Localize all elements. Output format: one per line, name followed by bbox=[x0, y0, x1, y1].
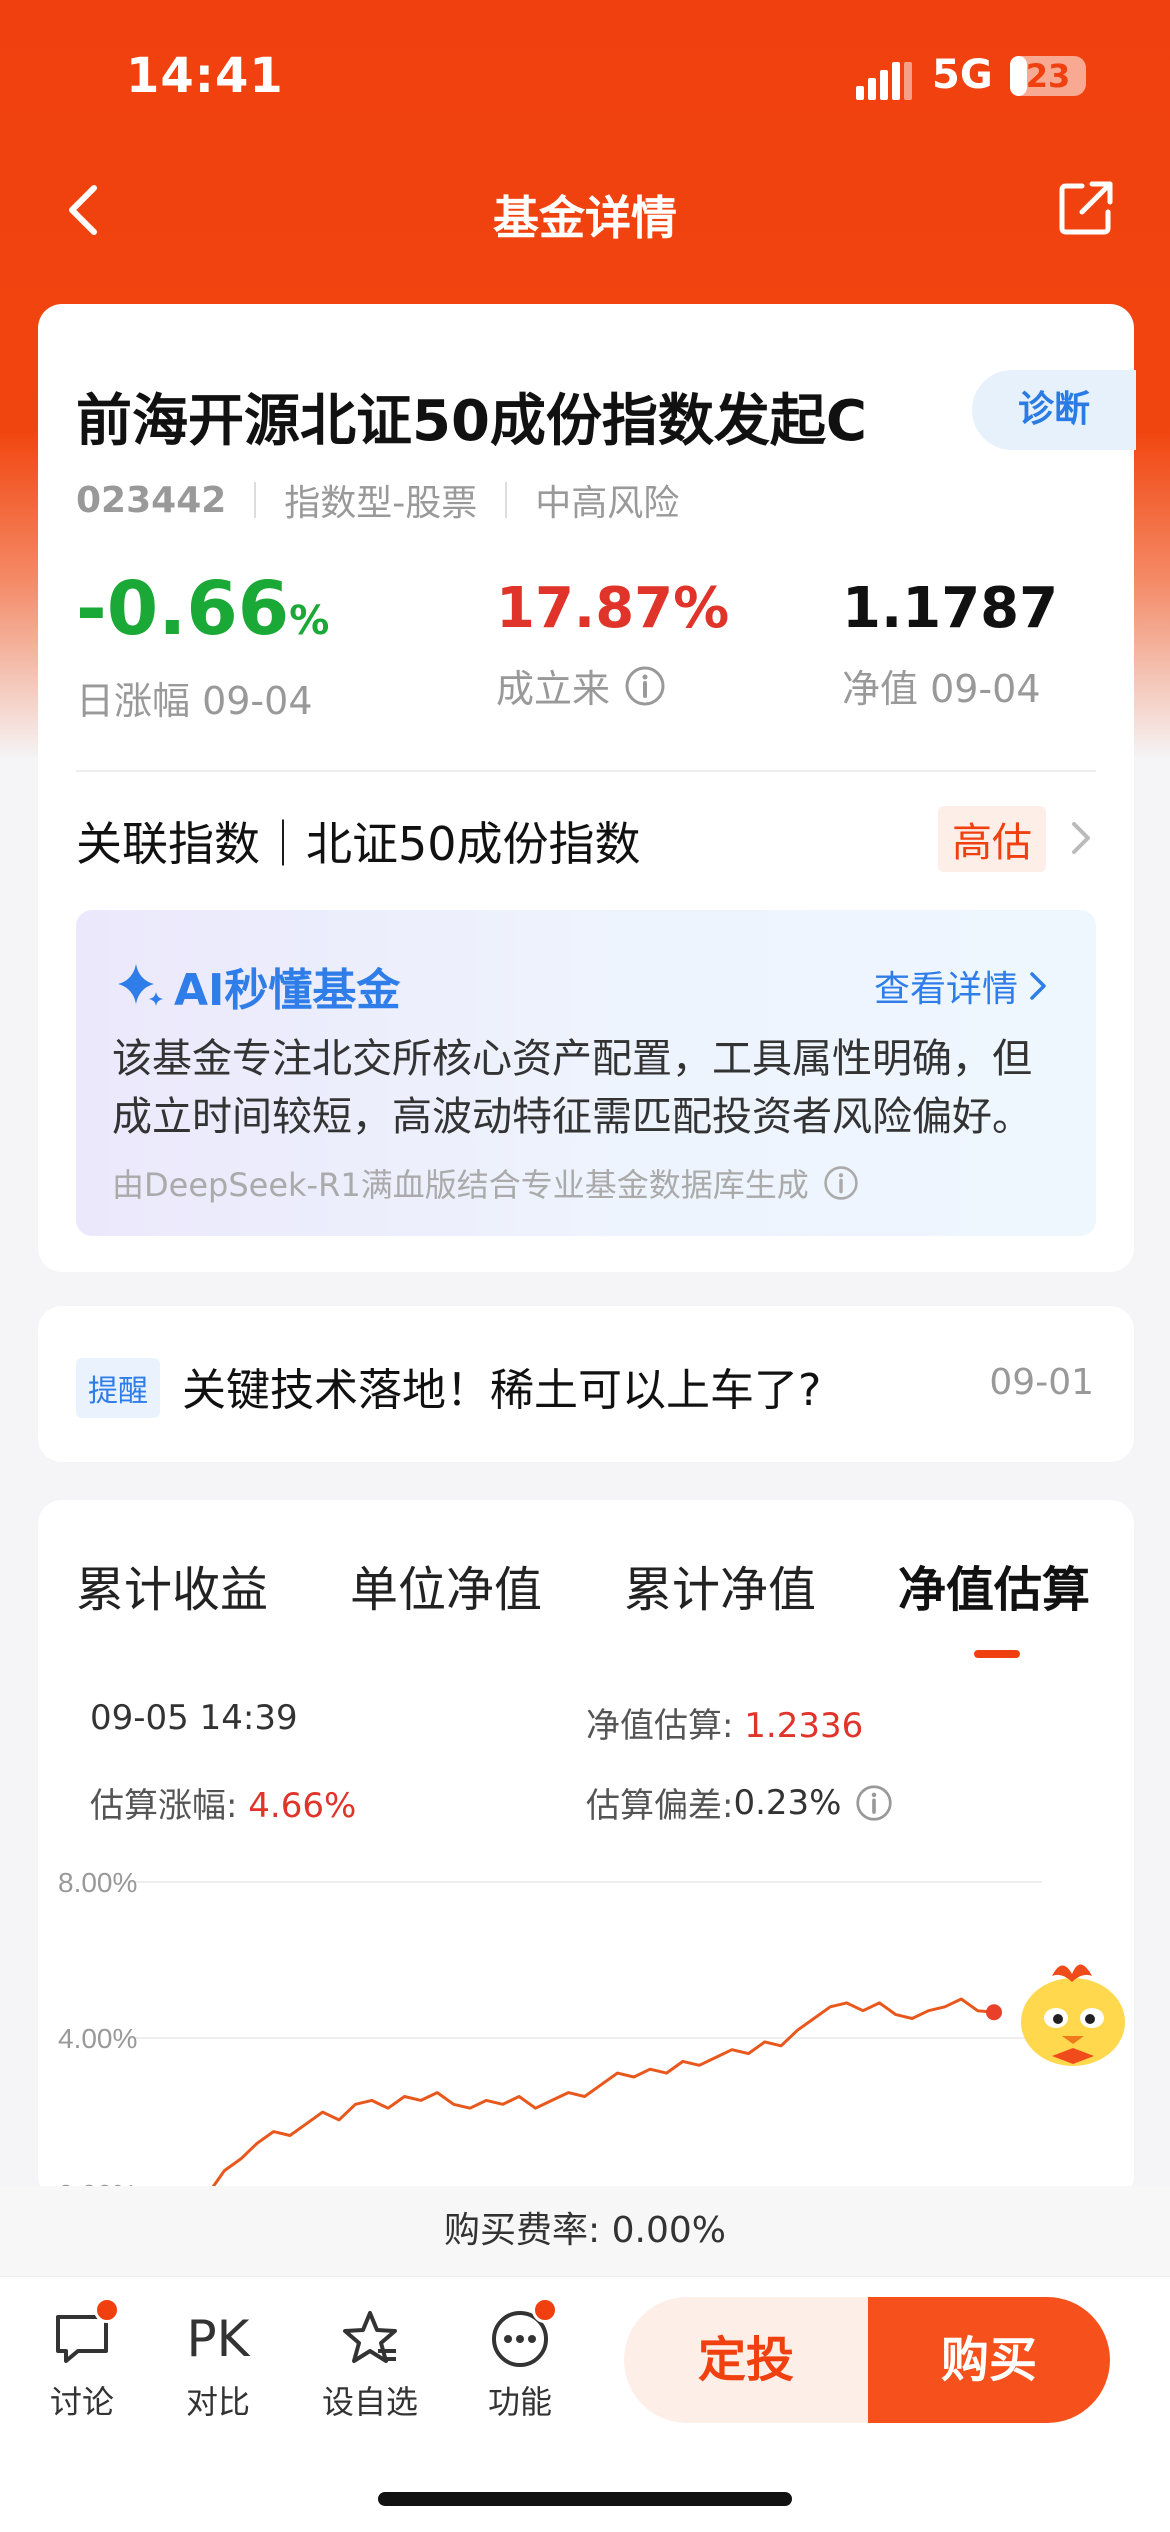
fund-name: 前海开源北证50成份指数发起C bbox=[76, 389, 868, 454]
since-inception-label-row: 成立来 bbox=[496, 658, 729, 713]
nav-stat: 1.1787 净值 09-04 bbox=[842, 564, 1058, 713]
sparkle-icon bbox=[118, 964, 163, 1006]
estimate-deviation-label: 估算偏差: bbox=[586, 1786, 734, 1826]
daily-change-unit: % bbox=[289, 598, 330, 644]
estimate-deviation-value: 0.23% bbox=[733, 1782, 842, 1823]
chart-tabs: 累计收益 单位净值 累计净值 净值估算 bbox=[38, 1550, 1134, 1658]
related-index-row[interactable]: 关联指数｜北证50成份指数 高估 bbox=[76, 798, 1096, 878]
y-tick-label: 8.00% bbox=[58, 1867, 137, 1898]
notification-dot bbox=[94, 2297, 120, 2323]
tool-compare-label: 对比 bbox=[185, 2383, 250, 2421]
tool-add-watchlist-label: 设自选 bbox=[321, 2383, 418, 2421]
tab-unit-nav[interactable]: 单位净值 bbox=[350, 1550, 542, 1620]
info-icon[interactable] bbox=[823, 1165, 859, 1201]
estimate-time: 09-05 14:39 bbox=[90, 1698, 298, 1738]
valuation-badge: 高估 bbox=[938, 806, 1046, 872]
page-title: 基金详情 bbox=[493, 191, 677, 245]
network-type: 5G bbox=[932, 52, 993, 98]
tool-discuss-label: 讨论 bbox=[49, 2383, 114, 2421]
tool-functions[interactable]: 功能 bbox=[460, 2297, 580, 2423]
estimate-change-row: 估算涨幅: 4.66% bbox=[90, 1778, 356, 1827]
estimate-change-label: 估算涨幅: bbox=[90, 1786, 238, 1826]
since-inception-value: 17.87% bbox=[496, 576, 730, 641]
diagnose-button[interactable]: 诊断 bbox=[972, 370, 1136, 450]
comment-icon bbox=[50, 2297, 120, 2371]
signal-icon bbox=[856, 62, 912, 100]
chevron-right-icon bbox=[1030, 972, 1046, 1000]
chevron-right-icon bbox=[1072, 822, 1090, 854]
fund-code: 023442 bbox=[76, 479, 227, 521]
pk-icon: PK bbox=[186, 2310, 250, 2368]
fund-meta: 023442 指数型-股票 中高风险 bbox=[76, 474, 679, 526]
nav-bar: 基金详情 bbox=[0, 160, 1170, 260]
status-time: 14:41 bbox=[126, 48, 284, 104]
ai-title: AI秒懂基金 bbox=[174, 965, 401, 1016]
tool-discuss[interactable]: 讨论 bbox=[22, 2297, 142, 2423]
star-icon bbox=[338, 2307, 402, 2371]
active-tab-indicator bbox=[974, 1650, 1020, 1658]
news-card[interactable]: 提醒 关键技术落地！稀土可以上车了? 09-01 bbox=[38, 1306, 1134, 1462]
news-date: 09-01 bbox=[989, 1362, 1094, 1403]
bottom-toolbar: 讨论 PK 对比 设自选 功能 定投 购买 bbox=[0, 2276, 1170, 2426]
ai-detail-link[interactable]: 查看详情 bbox=[874, 960, 1048, 1012]
meta-divider bbox=[254, 482, 257, 518]
nav-estimate-row: 净值估算: 1.2336 bbox=[586, 1698, 863, 1747]
since-inception-stat: 17.87% 成立来 bbox=[496, 564, 729, 713]
nav-estimate-chart: 8.00%4.00%0.00% bbox=[58, 1867, 1042, 2210]
news-tag: 提醒 bbox=[76, 1358, 160, 1418]
tab-nav-estimate[interactable]: 净值估算 bbox=[898, 1550, 1090, 1620]
battery-percent: 23 bbox=[1025, 57, 1071, 95]
tab-cumulative-nav[interactable]: 累计净值 bbox=[624, 1550, 816, 1620]
notification-dot bbox=[532, 2297, 558, 2323]
status-bar: 14:41 5G 23 bbox=[0, 0, 1170, 150]
divider bbox=[76, 770, 1096, 772]
auto-invest-button[interactable]: 定投 bbox=[624, 2297, 868, 2423]
bottom-action-area: 购买费率: 0.00% 讨论 PK 对比 设自选 功能 定投 购买 bbox=[0, 2186, 1170, 2532]
nav-estimate-label: 净值估算: bbox=[586, 1706, 734, 1746]
tab-cumulative-return[interactable]: 累计收益 bbox=[76, 1550, 268, 1620]
info-icon[interactable] bbox=[624, 665, 666, 707]
nav-value: 1.1787 bbox=[842, 576, 1059, 641]
ai-detail-link-label: 查看详情 bbox=[873, 969, 1018, 1010]
fund-risk: 中高风险 bbox=[535, 483, 680, 524]
y-tick-label: 4.00% bbox=[58, 2023, 137, 2054]
since-inception-label: 成立来 bbox=[496, 667, 611, 711]
ai-footer-text: 由DeepSeek-R1满血版结合专业基金数据库生成 bbox=[112, 1166, 809, 1204]
battery-icon: 23 bbox=[1010, 56, 1086, 96]
share-icon[interactable] bbox=[1054, 176, 1118, 240]
ai-footer: 由DeepSeek-R1满血版结合专业基金数据库生成 bbox=[112, 1160, 859, 1206]
daily-change-stat: -0.66% 日涨幅 09-04 bbox=[76, 564, 329, 725]
estimate-change-value: 4.66% bbox=[248, 1786, 357, 1826]
related-index-text: 关联指数｜北证50成份指数 bbox=[76, 817, 641, 871]
daily-change-label: 日涨幅 09-04 bbox=[76, 679, 313, 723]
estimate-deviation-row: 估算偏差: 0.23% bbox=[586, 1778, 893, 1827]
daily-change-number: -0.66 bbox=[76, 566, 290, 652]
buy-button[interactable]: 购买 bbox=[868, 2297, 1110, 2423]
nav-label: 净值 09-04 bbox=[842, 667, 1041, 711]
latest-point bbox=[986, 2004, 1002, 2021]
series-line bbox=[206, 1997, 995, 2195]
ai-summary-box: AI秒懂基金 查看详情 该基金专注北交所核心资产配置，工具属性明确，但成立时间较… bbox=[76, 910, 1096, 1236]
mascot-icon[interactable] bbox=[1012, 1952, 1134, 2072]
ai-summary-text: 该基金专注北交所核心资产配置，工具属性明确，但成立时间较短，高波动特征需匹配投资… bbox=[112, 1036, 1032, 1140]
info-icon[interactable] bbox=[855, 1784, 893, 1822]
nav-estimate-value: 1.2336 bbox=[744, 1706, 864, 1746]
more-icon bbox=[488, 2297, 558, 2371]
daily-change-value: -0.66% bbox=[76, 564, 329, 666]
meta-divider bbox=[505, 482, 508, 518]
tool-compare[interactable]: PK 对比 bbox=[158, 2307, 278, 2423]
tool-add-watchlist[interactable]: 设自选 bbox=[310, 2307, 430, 2423]
fund-summary-card: 前海开源北证50成份指数发起C 诊断 023442 指数型-股票 中高风险 -0… bbox=[38, 304, 1136, 1272]
home-indicator bbox=[378, 2492, 792, 2506]
battery-level bbox=[1010, 56, 1028, 96]
purchase-fee: 购买费率: 0.00% bbox=[0, 2186, 1170, 2276]
tool-functions-label: 功能 bbox=[487, 2383, 552, 2421]
chart-card: 累计收益 单位净值 累计净值 净值估算 09-05 14:39 净值估算: 1.… bbox=[38, 1500, 1134, 2210]
action-buttons: 定投 购买 bbox=[624, 2297, 1110, 2423]
ai-title-row: AI秒懂基金 bbox=[112, 954, 400, 1018]
news-title: 关键技术落地！稀土可以上车了? bbox=[182, 1365, 822, 1416]
fund-type: 指数型-股票 bbox=[284, 483, 478, 524]
